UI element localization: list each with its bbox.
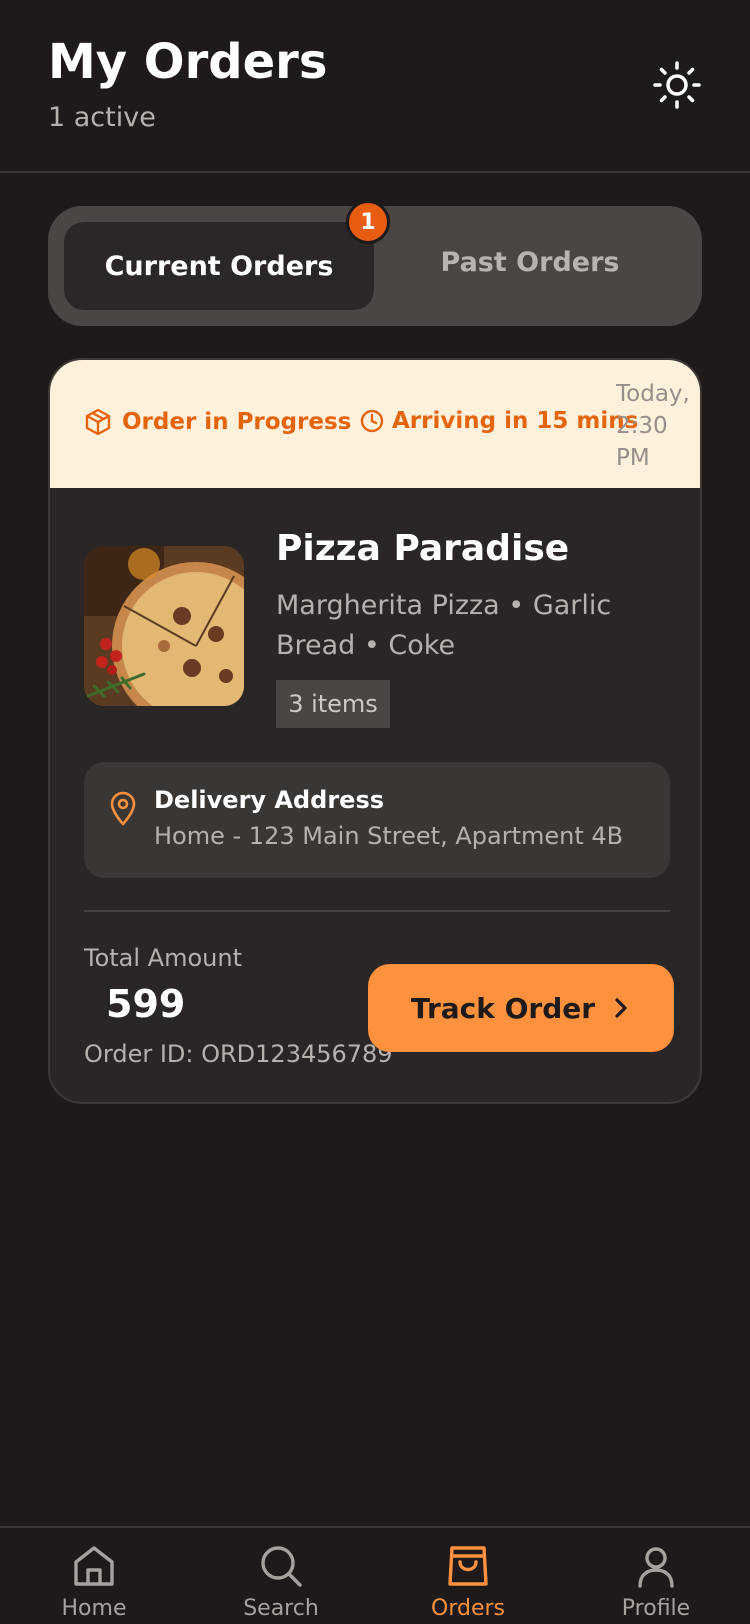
items-count-badge: 3 items — [276, 680, 390, 728]
active-count: 1 active — [48, 102, 156, 133]
delivery-address: Home - 123 Main Street, Apartment 4B — [154, 822, 624, 850]
shopping-bag-icon — [448, 1546, 488, 1586]
order-status-text: Order in Progress — [122, 409, 352, 435]
clock-icon — [360, 409, 384, 433]
order-time: Today, 2:30 PM — [616, 381, 690, 471]
user-icon — [638, 1547, 674, 1588]
bottom-nav: Home Search Orders Profile — [0, 1526, 750, 1624]
theme-toggle-button[interactable] — [652, 60, 702, 110]
divider — [84, 910, 670, 912]
sun-icon — [653, 61, 701, 109]
delivery-address-box: Delivery Address Home - 123 Main Street,… — [84, 762, 670, 878]
nav-item-search[interactable]: Search — [211, 1542, 351, 1624]
order-eta: Arriving in 15 mins — [360, 408, 638, 434]
total-amount: 599 — [106, 982, 186, 1026]
home-icon — [74, 1546, 114, 1586]
nav-label-home: Home — [61, 1596, 127, 1621]
nav-label-profile: Profile — [621, 1596, 691, 1621]
restaurant-name: Pizza Paradise — [276, 528, 570, 569]
nav-label-orders: Orders — [431, 1596, 505, 1621]
nav-item-profile[interactable]: Profile — [586, 1542, 726, 1624]
orders-screen: My Orders 1 active Current Orders 1 Past… — [0, 0, 750, 1624]
tab-past-orders[interactable]: Past Orders — [374, 222, 686, 310]
nav-item-orders[interactable]: Orders — [398, 1542, 538, 1624]
delivery-address-label: Delivery Address — [154, 786, 385, 814]
track-order-button[interactable]: Track Order — [368, 964, 674, 1052]
page-title: My Orders — [48, 34, 328, 90]
order-status: Order in Progress — [84, 408, 351, 436]
order-eta-text: Arriving in 15 mins — [392, 408, 639, 434]
search-icon — [261, 1546, 302, 1587]
order-card[interactable]: Order in Progress Arriving in 15 mins To… — [48, 358, 702, 1104]
nav-label-search: Search — [243, 1596, 319, 1621]
track-order-label: Track Order — [410, 991, 596, 1025]
chevron-right-icon — [615, 998, 627, 1018]
nav-item-home[interactable]: Home — [24, 1542, 164, 1624]
order-id: Order ID: ORD123456789 — [84, 1040, 393, 1068]
tab-current-orders[interactable]: Current Orders — [64, 222, 374, 310]
location-pin-icon — [110, 791, 136, 826]
order-tabs: Current Orders 1 Past Orders — [48, 200, 702, 326]
header: My Orders 1 active — [0, 0, 750, 173]
total-amount-label: Total Amount — [84, 944, 242, 972]
restaurant-image — [84, 546, 244, 706]
order-items: Margherita Pizza • Garlic Bread • Coke — [276, 590, 612, 661]
order-status-bar: Order in Progress Arriving in 15 mins To… — [50, 360, 700, 488]
package-icon — [85, 408, 111, 436]
